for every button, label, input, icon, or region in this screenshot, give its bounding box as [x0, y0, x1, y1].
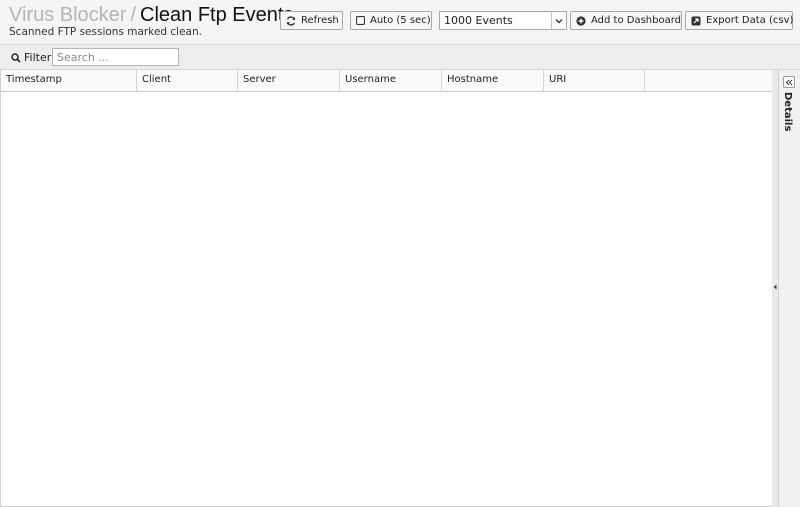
add-to-dashboard-label: Add to Dashboard: [591, 15, 682, 26]
column-header-server[interactable]: Server: [238, 70, 340, 91]
external-link-icon: [691, 16, 701, 26]
search-input[interactable]: [52, 48, 179, 66]
export-data-label: Export Data (csv): [706, 15, 794, 26]
filter-label-text: Filter: [24, 51, 52, 64]
column-header-hostname[interactable]: Hostname: [442, 70, 544, 91]
page-title: Virus Blocker / Clean Ftp Events: [9, 3, 293, 27]
events-limit-select[interactable]: 1000 Events: [439, 11, 567, 30]
column-header-uri[interactable]: URI: [544, 70, 645, 91]
events-grid: Timestamp Client Server Username Hostnam…: [0, 70, 772, 507]
breadcrumb-separator: /: [130, 4, 137, 26]
refresh-button[interactable]: Refresh: [280, 11, 343, 30]
search-icon: [11, 52, 21, 63]
page-subtitle: Scanned FTP sessions marked clean.: [9, 26, 202, 38]
double-chevron-icon[interactable]: [783, 76, 795, 88]
grid-header: Timestamp Client Server Username Hostnam…: [1, 70, 772, 92]
breadcrumb-virus-blocker[interactable]: Virus Blocker: [9, 4, 126, 26]
column-header-client[interactable]: Client: [137, 70, 238, 91]
plus-circle-icon: [576, 15, 586, 26]
events-limit-value: 1000 Events: [444, 14, 513, 27]
details-label: Details: [782, 92, 793, 132]
add-to-dashboard-button[interactable]: Add to Dashboard: [570, 11, 682, 30]
filter-toolbar: Filter: [0, 44, 800, 70]
chevron-down-icon[interactable]: [551, 12, 566, 29]
grid-body: [1, 92, 772, 506]
page-header: Virus Blocker / Clean Ftp Events Scanned F…: [0, 0, 800, 44]
auto-refresh-label: Auto (5 sec): [370, 15, 431, 26]
export-data-button[interactable]: Export Data (csv): [685, 11, 793, 30]
refresh-label: Refresh: [301, 15, 339, 26]
details-panel[interactable]: Details: [778, 70, 800, 507]
column-header-timestamp[interactable]: Timestamp: [1, 70, 137, 91]
title-current: Clean Ftp Events: [140, 4, 294, 26]
filter-label: Filter: [11, 51, 51, 64]
checkbox-icon: [356, 16, 365, 26]
refresh-icon: [286, 15, 296, 26]
column-header-username[interactable]: Username: [340, 70, 442, 91]
auto-refresh-button[interactable]: Auto (5 sec): [350, 11, 432, 30]
